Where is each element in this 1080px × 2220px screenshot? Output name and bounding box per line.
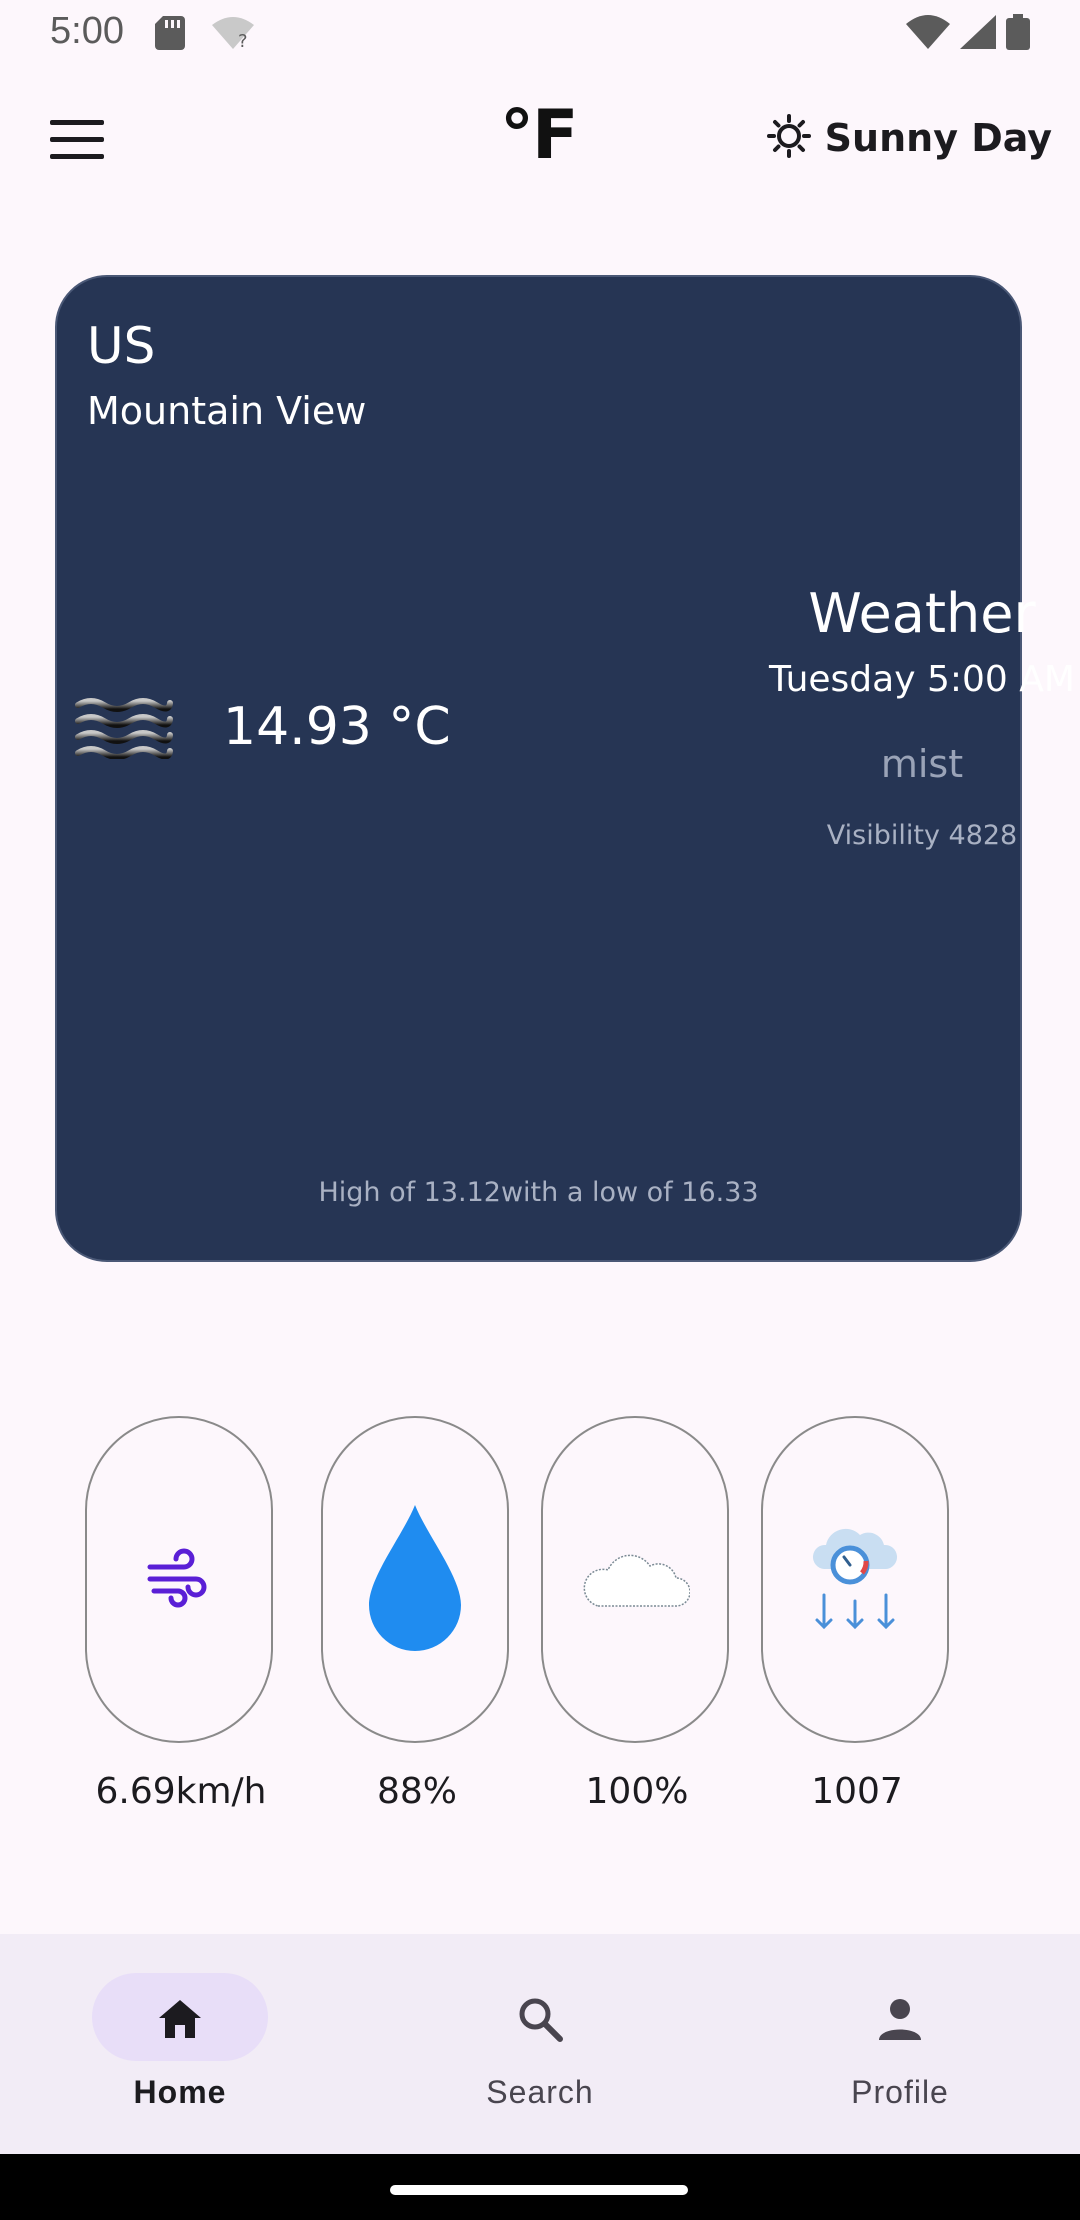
- sd-card-icon: [155, 16, 185, 54]
- home-icon: [155, 1994, 205, 2044]
- high-low-label: High of 13.12with a low of 16.33: [318, 1177, 759, 1208]
- status-time: 5:00: [50, 10, 124, 52]
- weather-datetime: Tuesday 5:00 AM: [769, 659, 1075, 700]
- battery-icon: [1006, 14, 1030, 54]
- nav-home[interactable]: Home: [0, 1934, 360, 2154]
- cloud-pill: [541, 1416, 729, 1743]
- weather-description: mist: [880, 742, 964, 786]
- city-label: Mountain View: [87, 389, 367, 433]
- weather-summary: Weather Tuesday 5:00 AM mist Visibility …: [697, 582, 1080, 851]
- system-gesture-bar: [0, 2154, 1080, 2220]
- bottom-navigation: Home Search Profile: [0, 1934, 1080, 2154]
- nav-profile[interactable]: Profile: [720, 1934, 1080, 2154]
- profile-icon: [875, 1994, 925, 2044]
- weather-card: US Mountain View 14.93 °C Weather Tuesda…: [55, 275, 1075, 1262]
- cloud-stat: 100%: [541, 1416, 733, 1812]
- pressure-stat: 1007: [761, 1416, 953, 1812]
- home-gesture-handle[interactable]: [390, 2185, 688, 2195]
- nav-search[interactable]: Search: [360, 1934, 720, 2154]
- unit-toggle-button[interactable]: °F: [500, 96, 578, 175]
- wifi-unknown-icon: ?: [212, 17, 254, 53]
- status-icons: [906, 14, 1030, 54]
- status-bar: 5:00 ?: [0, 0, 1080, 66]
- search-icon: [515, 1994, 565, 2044]
- weather-heading: Weather: [808, 582, 1036, 645]
- nav-home-label: Home: [133, 2074, 227, 2110]
- humidity-value: 88%: [376, 1771, 457, 1812]
- pressure-icon: [810, 1523, 900, 1637]
- app-bar: °F Sunny Day: [0, 66, 1080, 216]
- cloud-icon: [580, 1546, 691, 1614]
- menu-icon[interactable]: [50, 120, 104, 160]
- nav-profile-label: Profile: [851, 2074, 949, 2110]
- theme-label: Sunny Day: [824, 116, 1052, 160]
- visibility-info: Visibility 4828: [697, 820, 1080, 851]
- wind-stat: 6.69km/h: [85, 1416, 277, 1812]
- cell-signal-icon: [960, 15, 996, 53]
- temperature-value: 14.93 °C: [223, 697, 451, 757]
- humidity-pill: [321, 1416, 509, 1743]
- cloud-value: 100%: [585, 1771, 689, 1812]
- svg-text:?: ?: [238, 31, 248, 49]
- wind-value: 6.69km/h: [95, 1771, 267, 1812]
- humidity-stat: 88%: [321, 1416, 513, 1812]
- pressure-pill: [761, 1416, 949, 1743]
- nav-search-label: Search: [486, 2074, 594, 2110]
- wind-pill: [85, 1416, 273, 1743]
- humidity-drop-icon: [369, 1504, 461, 1655]
- wind-icon: [144, 1543, 214, 1617]
- visibility-value: 4828: [948, 820, 1018, 851]
- theme-toggle-button[interactable]: Sunny Day: [766, 114, 1052, 162]
- weather-stats: 6.69km/h 88% 100% 1007: [0, 1416, 1080, 1836]
- wifi-icon: [906, 15, 950, 53]
- visibility-label: Visibility: [826, 820, 940, 851]
- sun-icon: [766, 114, 811, 162]
- pressure-value: 1007: [811, 1771, 903, 1812]
- mist-icon: [74, 695, 174, 763]
- country-label: US: [87, 317, 156, 375]
